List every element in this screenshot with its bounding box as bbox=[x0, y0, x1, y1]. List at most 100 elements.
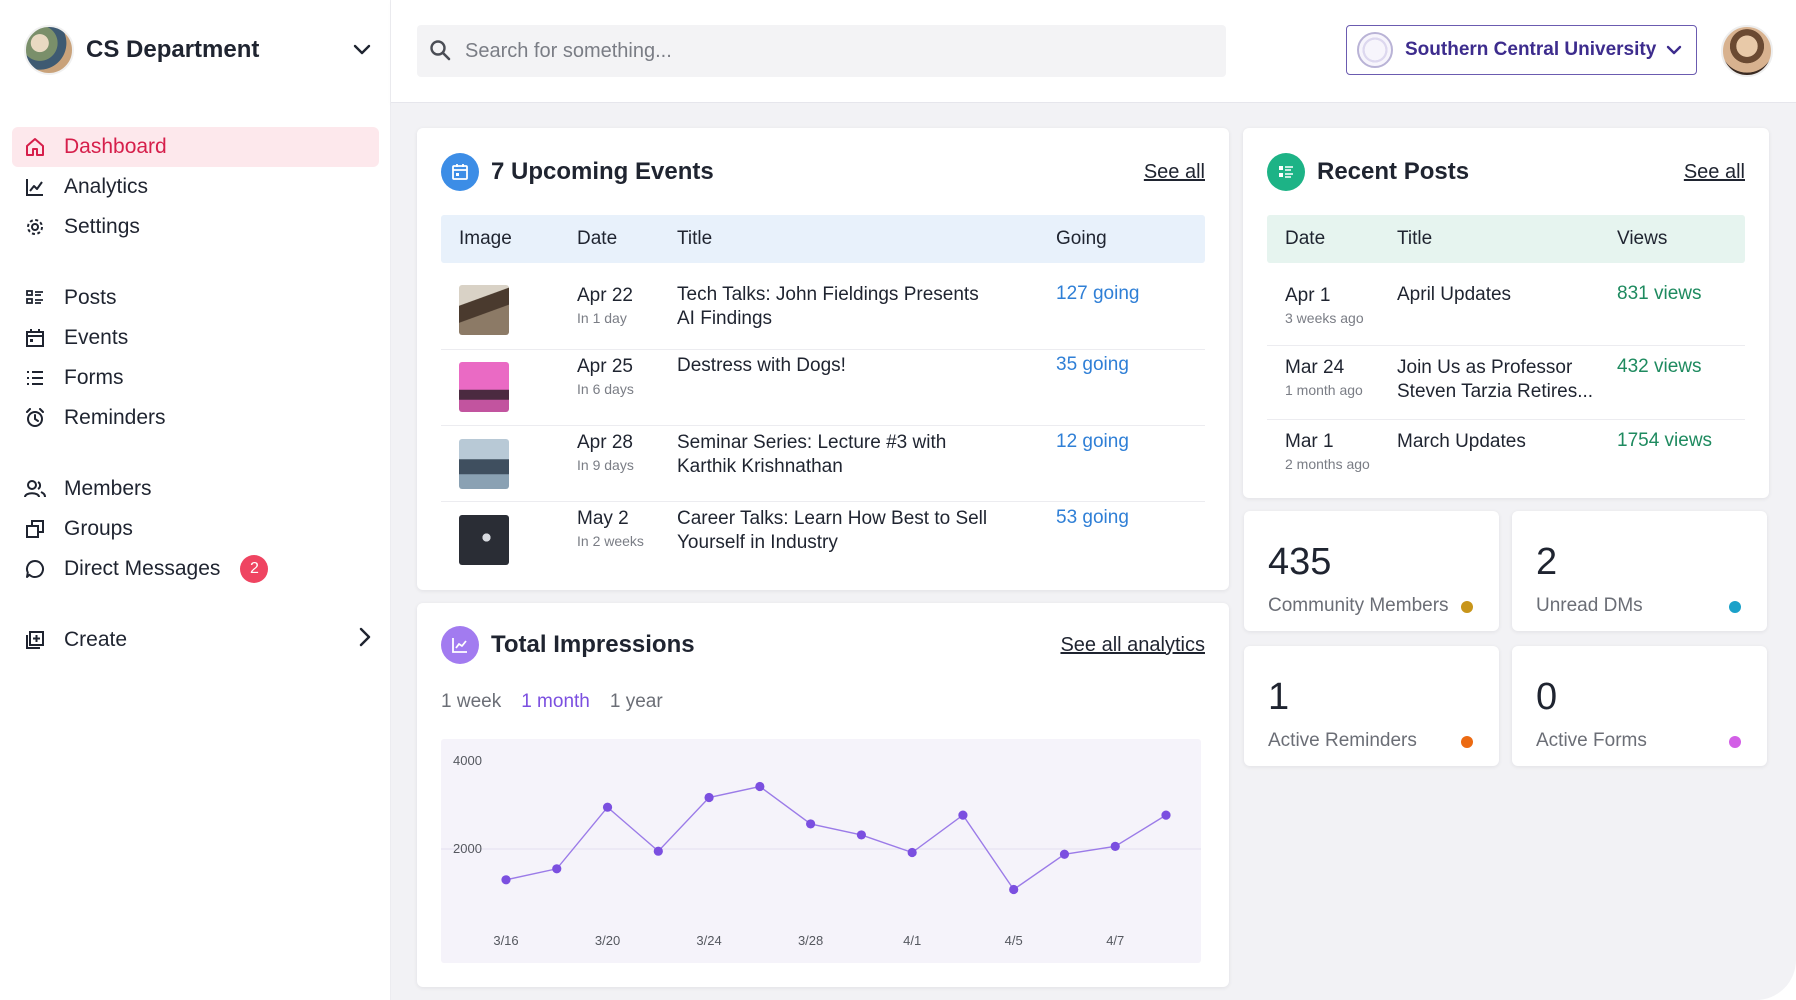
sidebar-item-members[interactable]: Members bbox=[12, 469, 379, 509]
user-avatar[interactable] bbox=[1721, 25, 1773, 77]
data-point[interactable] bbox=[907, 847, 917, 858]
line-chart-icon bbox=[441, 626, 479, 664]
posts-icon bbox=[24, 287, 46, 309]
event-relative-date: In 9 days bbox=[577, 457, 634, 473]
event-title[interactable]: Destress with Dogs! bbox=[677, 354, 992, 378]
users-icon bbox=[24, 478, 46, 500]
search-input[interactable] bbox=[465, 39, 1226, 63]
event-title[interactable]: Tech Talks: John Fieldings Presents AI F… bbox=[677, 283, 992, 331]
data-point[interactable] bbox=[653, 846, 663, 856]
sidebar-item-create[interactable]: Create bbox=[12, 620, 379, 660]
tab-1-week[interactable]: 1 week bbox=[441, 691, 501, 713]
sidebar-item-forms[interactable]: Forms bbox=[12, 358, 379, 398]
tab-1-year[interactable]: 1 year bbox=[610, 691, 663, 713]
table-row[interactable]: Apr 28 In 9 days Seminar Series: Lecture… bbox=[441, 426, 1205, 502]
column-header: Going bbox=[1056, 228, 1107, 249]
post-views: 432 views bbox=[1617, 356, 1702, 377]
data-point[interactable] bbox=[755, 781, 765, 792]
table-row[interactable]: Mar 1 2 months ago March Updates 1754 vi… bbox=[1267, 420, 1745, 490]
post-date-cell: Apr 1 3 weeks ago bbox=[1285, 285, 1364, 326]
see-all-analytics-link[interactable]: See all analytics bbox=[1060, 634, 1205, 657]
stat-card-active-reminders[interactable]: 1 Active Reminders bbox=[1244, 646, 1499, 766]
sidebar-item-analytics[interactable]: Analytics bbox=[12, 167, 379, 207]
stat-card-active-forms[interactable]: 0 Active Forms bbox=[1512, 646, 1767, 766]
event-going-link[interactable]: 53 going bbox=[1056, 507, 1129, 529]
chevron-right-icon bbox=[359, 627, 371, 653]
list-icon bbox=[24, 367, 46, 389]
sidebar-item-label: Events bbox=[64, 326, 129, 349]
recent-posts-card: Recent Posts See all Date Title Views Ap… bbox=[1243, 128, 1769, 498]
data-point[interactable] bbox=[806, 819, 816, 829]
data-point[interactable] bbox=[1009, 884, 1019, 895]
table-row[interactable]: Apr 1 3 weeks ago April Updates 831 view… bbox=[1267, 273, 1745, 346]
stat-card-community-members[interactable]: 435 Community Members bbox=[1244, 511, 1499, 631]
table-row[interactable]: May 2 In 2 weeks Career Talks: Learn How… bbox=[441, 502, 1205, 578]
sidebar-item-events[interactable]: Events bbox=[12, 318, 379, 358]
stat-value: 1 bbox=[1268, 676, 1290, 718]
status-dot bbox=[1461, 601, 1473, 613]
university-seal-logo bbox=[1357, 32, 1393, 68]
status-dot bbox=[1729, 736, 1741, 748]
post-date: Mar 1 bbox=[1285, 431, 1334, 452]
sidebar-item-dashboard[interactable]: Dashboard bbox=[12, 127, 379, 167]
event-title[interactable]: Career Talks: Learn How Best to Sell You… bbox=[677, 507, 1057, 555]
column-header: Image bbox=[459, 228, 512, 249]
nav-divider bbox=[12, 589, 379, 620]
event-thumbnail bbox=[459, 362, 509, 412]
stat-value: 2 bbox=[1536, 541, 1558, 583]
post-title[interactable]: Join Us as Professor Steven Tarzia Retir… bbox=[1397, 356, 1607, 404]
posts-see-all-link[interactable]: See all bbox=[1684, 161, 1745, 184]
data-point[interactable] bbox=[602, 802, 613, 812]
post-date-cell: Mar 24 1 month ago bbox=[1285, 357, 1363, 398]
post-title[interactable]: March Updates bbox=[1397, 430, 1612, 454]
chat-bubble-icon bbox=[24, 558, 46, 580]
table-row[interactable]: Apr 22 In 1 day Tech Talks: John Fieldin… bbox=[441, 273, 1205, 350]
stat-value: 0 bbox=[1536, 676, 1558, 718]
event-date-cell: Apr 28 In 9 days bbox=[577, 432, 634, 473]
data-point[interactable] bbox=[501, 875, 511, 885]
data-point[interactable] bbox=[856, 830, 866, 840]
table-row[interactable]: Mar 24 1 month ago Join Us as Professor … bbox=[1267, 346, 1745, 420]
tab-1-month[interactable]: 1 month bbox=[521, 691, 590, 713]
sidebar-item-settings[interactable]: Settings bbox=[12, 207, 379, 247]
series-line bbox=[505, 785, 1167, 891]
table-row[interactable]: Apr 25 In 6 days Destress with Dogs! 35 … bbox=[441, 350, 1205, 426]
stat-value: 435 bbox=[1268, 541, 1332, 583]
search-bar[interactable] bbox=[417, 25, 1226, 77]
sidebar-item-label: Analytics bbox=[64, 175, 149, 198]
sidebar-item-direct-messages[interactable]: Direct Messages 2 bbox=[12, 549, 379, 589]
events-see-all-link[interactable]: See all bbox=[1144, 161, 1205, 184]
event-going-link[interactable]: 12 going bbox=[1056, 431, 1129, 453]
stat-card-unread-dms[interactable]: 2 Unread DMs bbox=[1512, 511, 1767, 631]
event-date: Apr 22 bbox=[577, 285, 633, 306]
data-point[interactable] bbox=[552, 864, 562, 874]
data-point[interactable] bbox=[1059, 849, 1070, 859]
sidebar-item-label: Create bbox=[64, 628, 128, 651]
y-tick-label: 4000 bbox=[453, 753, 482, 768]
post-title[interactable]: April Updates bbox=[1397, 283, 1612, 307]
data-point[interactable] bbox=[1110, 841, 1120, 851]
alarm-clock-icon bbox=[24, 407, 46, 429]
data-point[interactable] bbox=[958, 810, 968, 820]
sidebar-item-reminders[interactable]: Reminders bbox=[12, 398, 379, 438]
x-tick-label: 3/20 bbox=[595, 933, 620, 948]
data-point[interactable] bbox=[704, 792, 714, 803]
event-going-link[interactable]: 35 going bbox=[1056, 354, 1129, 376]
posts-title: Recent Posts bbox=[1317, 158, 1470, 185]
sidebar-item-posts[interactable]: Posts bbox=[12, 278, 379, 318]
org-switcher[interactable]: CS Department bbox=[24, 24, 374, 76]
event-date: Apr 28 bbox=[577, 432, 633, 453]
event-relative-date: In 1 day bbox=[577, 310, 627, 326]
data-point[interactable] bbox=[1161, 810, 1171, 820]
calendar-icon bbox=[24, 327, 46, 349]
sidebar-item-groups[interactable]: Groups bbox=[12, 509, 379, 549]
event-going-link[interactable]: 127 going bbox=[1056, 283, 1139, 305]
university-selector[interactable]: Southern Central University bbox=[1346, 25, 1697, 75]
column-header: Views bbox=[1617, 228, 1668, 249]
post-views: 831 views bbox=[1617, 283, 1702, 304]
post-date: Mar 24 bbox=[1285, 357, 1345, 378]
event-title[interactable]: Seminar Series: Lecture #3 with Karthik … bbox=[677, 431, 992, 479]
line-chart-icon bbox=[24, 176, 46, 198]
sidebar-item-label: Posts bbox=[64, 286, 117, 309]
event-relative-date: In 2 weeks bbox=[577, 533, 644, 549]
